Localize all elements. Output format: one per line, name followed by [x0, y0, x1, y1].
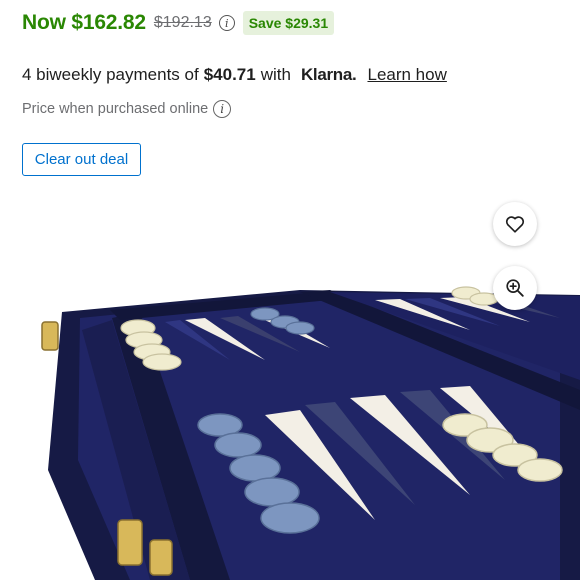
klarna-amount: $40.71 [203, 65, 256, 84]
info-icon[interactable]: i [218, 15, 235, 31]
original-price: $192.13 [153, 14, 212, 31]
info-icon[interactable]: i [213, 100, 232, 118]
klarna-logo: Klarna. [300, 65, 357, 84]
savings-badge: Save $29.31 [242, 11, 335, 35]
klarna-with: with [260, 65, 291, 84]
zoom-button[interactable] [493, 266, 537, 310]
online-price-text: Price when purchased online [22, 101, 209, 117]
price-row: Now $162.82 $192.13 i Save $29.31 [22, 8, 335, 38]
online-price-note: Price when purchased online i [22, 98, 232, 120]
klarna-payment-row: 4 biweekly payments of $40.71 with Klarn… [22, 62, 447, 88]
learn-how-link[interactable]: Learn how [367, 65, 446, 85]
heart-icon [505, 216, 525, 233]
zoom-in-icon [506, 279, 524, 297]
product-image [0, 200, 580, 580]
clear-out-deal-button[interactable]: Clear out deal [22, 143, 141, 176]
current-price: Now $162.82 [22, 11, 146, 34]
favorite-button[interactable] [493, 202, 537, 246]
klarna-text: 4 biweekly payments of [22, 65, 199, 84]
